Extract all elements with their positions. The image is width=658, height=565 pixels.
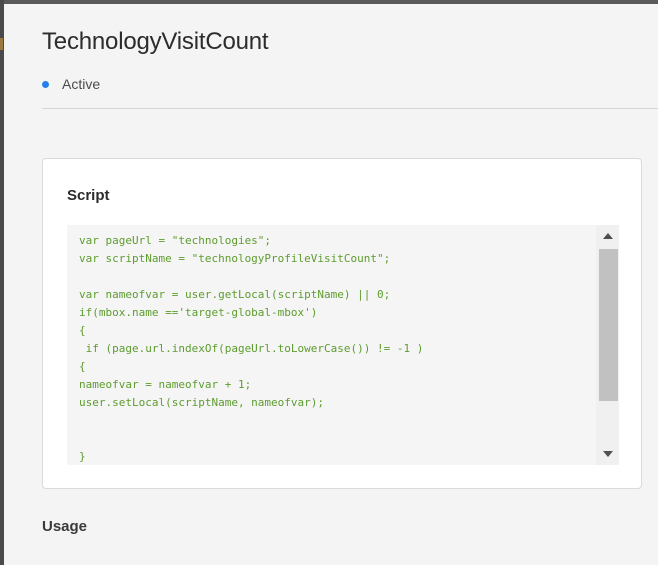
scroll-up-button[interactable] [596, 225, 619, 247]
scroll-down-button[interactable] [596, 443, 619, 465]
detail-panel: TechnologyVisitCount Active Script var p… [4, 4, 658, 565]
script-code[interactable]: var pageUrl = "technologies"; var script… [79, 232, 591, 465]
script-heading: Script [67, 187, 110, 204]
code-scrollbar[interactable] [596, 225, 619, 465]
status-indicator: Active [42, 76, 100, 92]
status-dot-icon [42, 80, 49, 88]
scroll-thumb[interactable] [599, 249, 618, 401]
triangle-down-icon [602, 451, 613, 457]
header-divider [42, 108, 658, 109]
status-label: Active [62, 76, 101, 92]
triangle-up-icon [602, 233, 613, 239]
page-title: TechnologyVisitCount [42, 28, 269, 55]
usage-heading: Usage [42, 518, 88, 535]
script-card: Script var pageUrl = "technologies"; var… [42, 158, 642, 489]
background-mark [0, 38, 3, 50]
script-code-area[interactable]: var pageUrl = "technologies"; var script… [67, 225, 619, 465]
